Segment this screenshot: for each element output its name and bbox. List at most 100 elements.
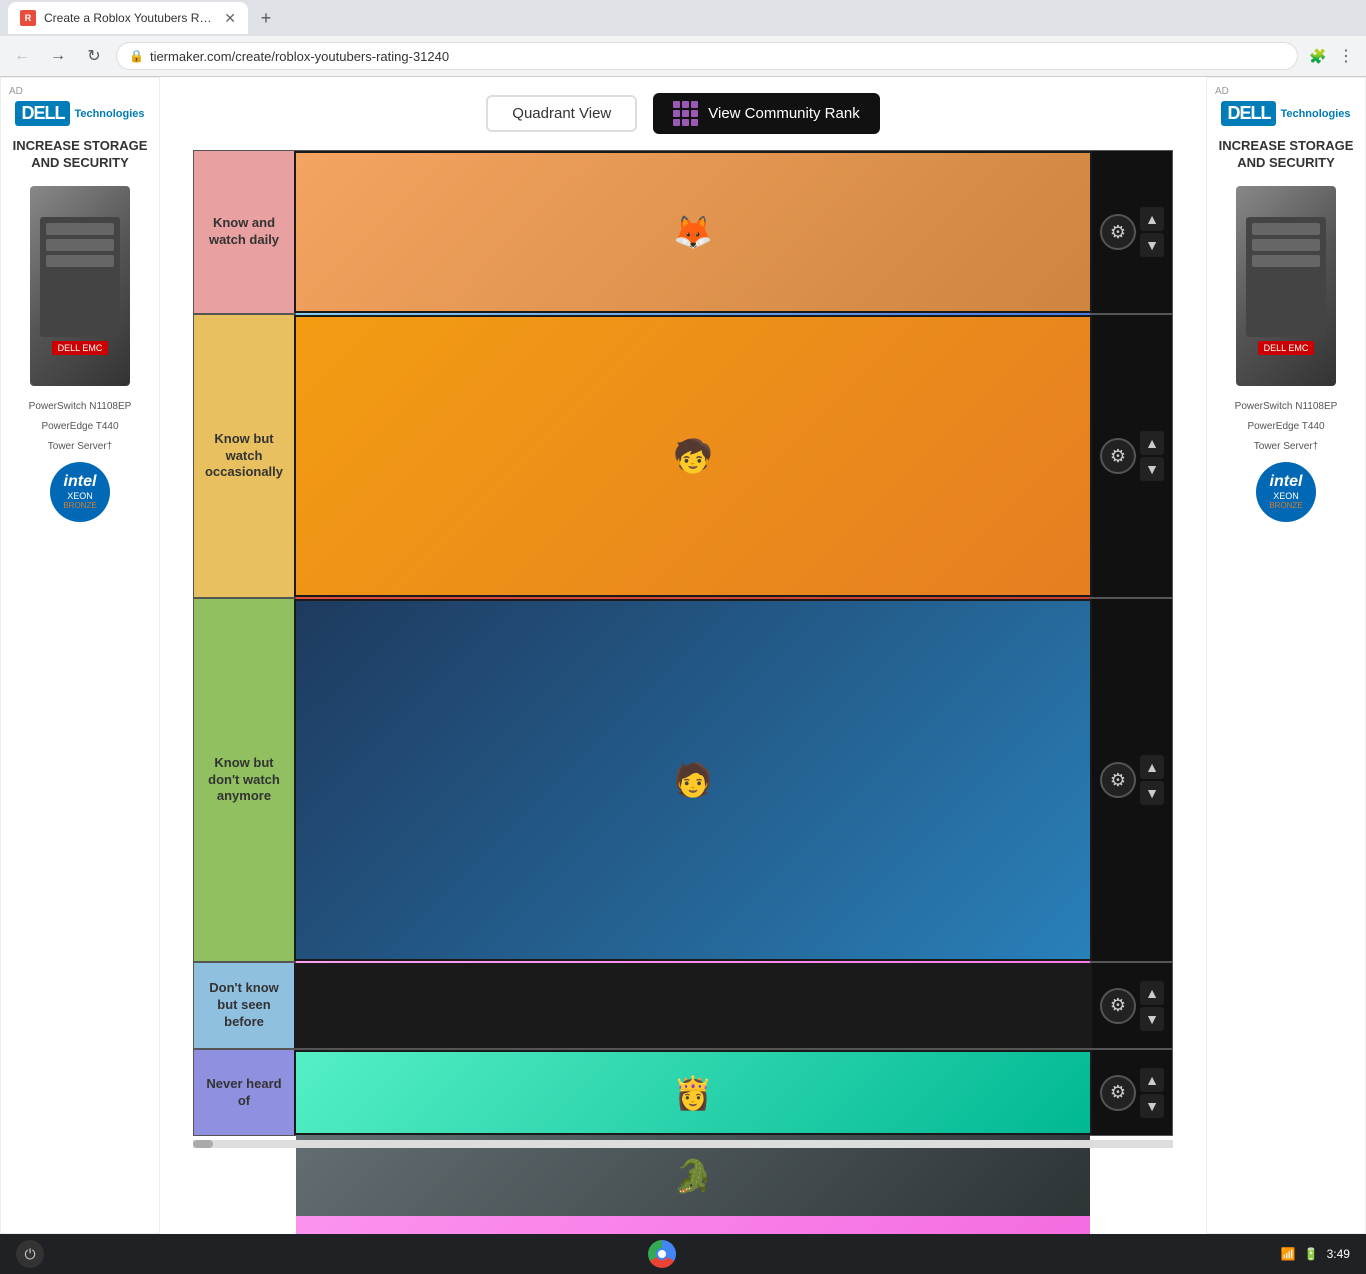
dell-brand-right: DELL [1221,101,1276,126]
dell-tagline: Technologies [74,108,144,120]
back-button[interactable]: ← [8,42,36,70]
page-content: Quadrant View View Community Rank [160,77,1206,1234]
gear-button-3[interactable]: ⚙ [1100,988,1136,1024]
tier-item[interactable]: 🧒 [296,317,1090,595]
server-slot-r [1252,255,1320,267]
tier-items-0: 🦊 🐱 😎 🧛 [294,151,1092,313]
scrollbar-thumb [193,1140,213,1148]
ad-headline: INCREASE STORAGE AND SECURITY [9,138,151,172]
ad-content: DELL Technologies INCREASE STORAGE AND S… [9,101,151,522]
tier-items-4: 👸 🐊 [294,1050,1092,1135]
arrow-up-4[interactable]: ▲ [1140,1068,1164,1092]
gear-button-1[interactable]: ⚙ [1100,438,1136,474]
tier-controls-3: ⚙ ▲ ▼ [1092,963,1172,1048]
grid-cell [682,101,689,108]
address-bar[interactable]: 🔒 tiermaker.com/create/roblox-youtubers-… [116,42,1298,70]
tier-row-4: Never heard of 👸 🐊 ⚙ ▲ ▼ [194,1050,1172,1135]
tier-label-4: Never heard of [194,1050,294,1135]
url-text: tiermaker.com/create/roblox-youtubers-ra… [150,49,1285,64]
extensions-area: 🧩 ⋮ [1306,44,1358,68]
tier-items-3 [294,963,1092,1048]
new-tab-button[interactable]: + [252,4,280,32]
reload-button[interactable]: ↻ [80,42,108,70]
intel-badge-right: intel XEON BRONZE [1256,462,1316,522]
ad-product-type: Tower Server† [48,440,112,454]
nav-bar: ← → ↻ 🔒 tiermaker.com/create/roblox-yout… [0,36,1366,76]
grid-icon [673,101,698,126]
xeon-text: XEON [67,491,93,501]
intel-text-right: intel [1270,473,1303,491]
server-slots-right [1246,217,1326,337]
arrow-down-2[interactable]: ▼ [1140,781,1164,805]
tier-label-3: Don't know but seen before [194,963,294,1048]
ad-product2-right: PowerEdge T440 [1247,420,1324,434]
tier-controls-2: ⚙ ▲ ▼ [1092,599,1172,961]
tab-title: Create a Roblox Youtubers Ratin [44,11,212,25]
community-rank-button[interactable]: View Community Rank [653,93,879,134]
arrow-up-1[interactable]: ▲ [1140,431,1164,455]
tier-row-2: Know but don't watch anymore 🧑 👧 🤠 🎭 🦄 👓… [194,599,1172,963]
active-tab[interactable]: R Create a Roblox Youtubers Ratin ✕ [8,2,248,34]
ad-product1: PowerSwitch N1108EP [29,400,132,414]
system-tray: 📶 🔋 3:49 [1281,1247,1350,1261]
tab-close-button[interactable]: ✕ [224,10,236,27]
server-slot [46,239,114,251]
server-slot-r [1252,239,1320,251]
tier-item[interactable]: 👸 [296,1052,1090,1133]
tier-controls-4: ⚙ ▲ ▼ [1092,1050,1172,1135]
server-slots [40,217,120,337]
tier-table: Know and watch daily 🦊 🐱 😎 🧛 ⚙ ▲ ▼ [193,150,1173,1136]
browser-menu-button[interactable]: ⋮ [1334,46,1358,66]
arrow-col-2: ▲ ▼ [1140,755,1164,805]
lock-icon: 🔒 [129,49,144,63]
grid-cell [673,101,680,108]
arrow-col-4: ▲ ▼ [1140,1068,1164,1118]
arrow-down-3[interactable]: ▼ [1140,1007,1164,1031]
grid-cell [691,119,698,126]
tier-label-2: Know but don't watch anymore [194,599,294,961]
chrome-inner [656,1248,668,1260]
wifi-icon: 📶 [1281,1247,1296,1261]
chrome-logo[interactable] [648,1240,676,1268]
arrow-down-4[interactable]: ▼ [1140,1094,1164,1118]
arrow-col-1: ▲ ▼ [1140,431,1164,481]
ad-label: AD [9,86,23,97]
ad-content-right: DELL Technologies INCREASE STORAGE AND S… [1215,101,1357,522]
grid-cell [673,110,680,117]
server-badge-right: DELL EMC [1258,341,1315,355]
dell-brand: DELL [15,101,70,126]
server-slot [46,223,114,235]
gear-button-4[interactable]: ⚙ [1100,1075,1136,1111]
arrow-up-2[interactable]: ▲ [1140,755,1164,779]
grid-cell [673,119,680,126]
tier-row-0: Know and watch daily 🦊 🐱 😎 🧛 ⚙ ▲ ▼ [194,151,1172,315]
power-button[interactable]: ⏻ [16,1240,44,1268]
gear-button-0[interactable]: ⚙ [1100,214,1136,250]
quadrant-view-button[interactable]: Quadrant View [486,95,637,132]
gear-button-2[interactable]: ⚙ [1100,762,1136,798]
arrow-up-0[interactable]: ▲ [1140,207,1164,231]
forward-button[interactable]: → [44,42,72,70]
tier-row-3: Don't know but seen before ⚙ ▲ ▼ [194,963,1172,1050]
grid-cell [682,110,689,117]
server-slot-r [1252,223,1320,235]
arrow-up-3[interactable]: ▲ [1140,981,1164,1005]
ad-product-type-right: Tower Server† [1254,440,1318,454]
tier-controls-0: ⚙ ▲ ▼ [1092,151,1172,313]
extension-icon[interactable]: 🧩 [1306,44,1330,68]
arrow-down-0[interactable]: ▼ [1140,233,1164,257]
tier-label-0: Know and watch daily [194,151,294,313]
ad-product1-right: PowerSwitch N1108EP [1235,400,1338,414]
tab-bar: R Create a Roblox Youtubers Ratin ✕ + [0,0,1366,36]
horizontal-scrollbar[interactable] [193,1140,1173,1148]
main-content: AD DELL Technologies INCREASE STORAGE AN… [0,77,1366,1234]
tier-item[interactable]: 🦊 [296,153,1090,311]
dell-logo: DELL Technologies [15,101,144,126]
left-ad: AD DELL Technologies INCREASE STORAGE AN… [0,77,160,1234]
arrow-down-1[interactable]: ▼ [1140,457,1164,481]
server-image: DELL EMC [30,186,130,386]
tier-item[interactable]: 🧑 [296,601,1090,959]
server-slot [46,255,114,267]
tier-controls-1: ⚙ ▲ ▼ [1092,315,1172,597]
top-controls: Quadrant View View Community Rank [486,93,879,134]
